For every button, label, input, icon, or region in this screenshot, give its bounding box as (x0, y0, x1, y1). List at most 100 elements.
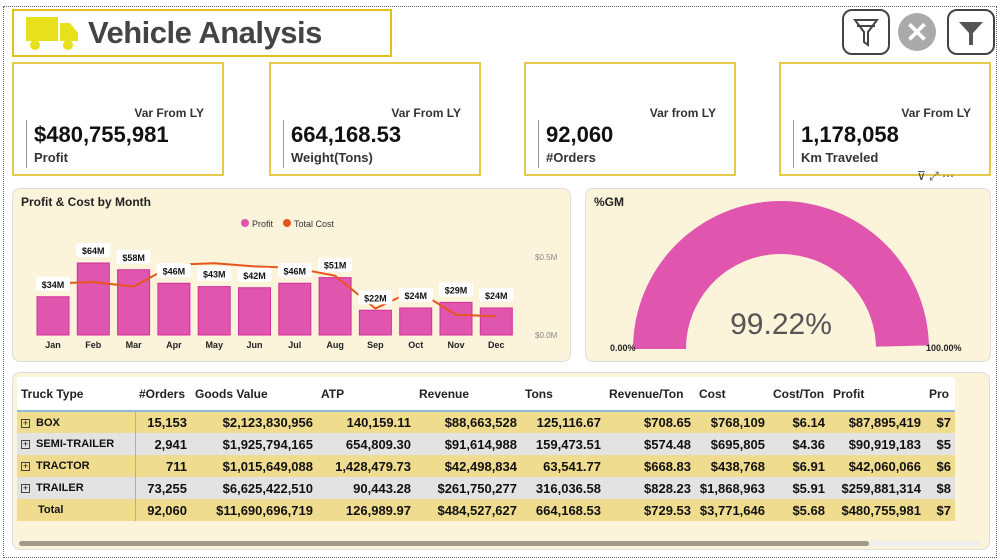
column-header[interactable]: Goods Value (191, 377, 317, 412)
data-label: $51M (324, 261, 347, 271)
divider (793, 120, 794, 168)
total-cell: $11,690,696,719 (191, 499, 317, 521)
column-header[interactable]: Tons (521, 377, 605, 412)
row-header[interactable]: + TRACTOR (17, 455, 136, 477)
column-header[interactable]: Revenue (415, 377, 521, 412)
table-cell: $6 (925, 455, 955, 477)
table-cell: $1,015,649,088 (191, 455, 317, 477)
table-cell: 159,473.51 (521, 433, 605, 455)
expand-icon[interactable]: + (21, 418, 30, 428)
matrix-table: Truck Type #Orders Goods Value ATP Revenue To… (17, 377, 955, 521)
total-cell: Total (17, 499, 136, 521)
table-cell: $261,750,277 (415, 477, 521, 499)
var-from-ly-label: Var From LY (901, 106, 971, 120)
table-cell: $1,868,963 (695, 477, 769, 499)
kpi-value: 664,168.53 (291, 122, 402, 147)
column-header[interactable]: Truck Type (17, 377, 135, 412)
table-cell: 73,255 (135, 477, 191, 499)
table-cell: $5.91 (769, 477, 829, 499)
x-tick-label: Jun (246, 340, 262, 350)
data-label: $22M (364, 293, 387, 303)
column-header[interactable]: Pro (925, 377, 955, 412)
table-cell: $6.91 (769, 455, 829, 477)
close-icon[interactable]: ✕ (898, 13, 936, 51)
truck-type-table: Truck Type #Orders Goods Value ATP Revenue To… (12, 372, 990, 550)
table-cell: $668.83 (605, 455, 695, 477)
row-header[interactable]: + BOX (17, 411, 136, 433)
table-cell: $828.23 (605, 477, 695, 499)
data-label: $46M (163, 266, 186, 276)
clear-filter-icon (853, 19, 879, 47)
total-cell: $3,771,646 (695, 499, 769, 521)
kpi-label: Weight(Tons) (291, 150, 373, 165)
profit-bar[interactable] (278, 282, 312, 336)
profit-bar[interactable] (157, 282, 191, 336)
data-label: $46M (284, 266, 307, 276)
total-cell: $5.68 (769, 499, 829, 521)
expand-icon[interactable]: + (21, 462, 30, 471)
clear-filter-button[interactable] (842, 9, 890, 55)
var-from-ly-label: Var from LY (649, 106, 716, 120)
row-header[interactable]: + TRAILER (17, 477, 136, 499)
table-cell: $259,881,314 (829, 477, 925, 499)
profit-bar[interactable] (238, 287, 271, 336)
legend-total-cost[interactable]: Total Cost (294, 219, 335, 229)
total-cell: $729.53 (605, 499, 695, 521)
data-label: $64M (82, 246, 105, 256)
page-title: Vehicle Analysis (88, 15, 322, 50)
table-cell: $6,625,422,510 (191, 477, 317, 499)
profit-bar[interactable] (358, 309, 392, 336)
table-cell: $768,109 (695, 411, 769, 433)
table-row: + TRAILER 73,255 $6,625,422,510 90,443.28 $26… (17, 477, 955, 499)
table-cell: $90,919,183 (829, 433, 925, 455)
filter-button[interactable] (947, 9, 995, 55)
table-cell: $42,060,066 (829, 455, 925, 477)
scrollbar-track[interactable] (19, 541, 979, 546)
data-label: $34M (42, 280, 65, 290)
table-cell: $695,805 (695, 433, 769, 455)
expand-icon[interactable]: + (21, 440, 30, 449)
kpi-card: Var From LY 664,168.53 Weight(Tons) (269, 62, 481, 176)
x-tick-label: Jan (45, 340, 61, 350)
table-row: + BOX 15,153 $2,123,830,956 140,159.11 $88,66… (17, 411, 955, 433)
column-header[interactable]: Cost/Ton (769, 377, 829, 412)
x-tick-label: Aug (326, 340, 344, 350)
visual-header-icons[interactable]: ⊽ ⤢ ⋯ (917, 169, 954, 184)
gauge-value: 99.22% (730, 308, 832, 341)
profit-cost-chart: Profit Total Cost Jan Feb Mar Apr May Jun Jul Aug… (12, 188, 571, 362)
profit-bar[interactable] (76, 262, 110, 336)
row-header[interactable]: + SEMI-TRAILER (17, 433, 136, 455)
data-label: $24M (485, 291, 508, 301)
profit-bar[interactable] (399, 307, 433, 336)
table-cell: $708.65 (605, 411, 695, 433)
column-header[interactable]: Cost (695, 377, 769, 412)
table-cell: $88,663,528 (415, 411, 521, 433)
profit-bar[interactable] (36, 296, 70, 336)
legend-profit[interactable]: Profit (252, 219, 274, 229)
table-cell: $7 (925, 411, 955, 433)
kpi-card: Var From LY $480,755,981 Profit (12, 62, 224, 176)
divider (26, 120, 27, 168)
column-header[interactable]: Profit (829, 377, 925, 412)
gauge-min: 0.00% (610, 343, 636, 353)
column-header[interactable]: ATP (317, 377, 415, 412)
table-cell: $6.14 (769, 411, 829, 433)
table-cell: 2,941 (135, 433, 191, 455)
x-tick-label: Dec (488, 340, 505, 350)
scrollbar-thumb[interactable] (19, 541, 869, 546)
gauge-title: %GM (594, 195, 624, 209)
kpi-card: Var from LY 92,060 #Orders (524, 62, 736, 176)
profit-bar[interactable] (197, 286, 231, 336)
filter-icon (959, 22, 983, 45)
profit-bar[interactable] (318, 277, 352, 336)
expand-icon[interactable]: + (21, 484, 30, 493)
kpi-label: #Orders (546, 150, 596, 165)
truck-type: SEMI-TRAILER (36, 438, 115, 450)
profit-bar[interactable] (479, 307, 513, 336)
x-tick-label: Oct (408, 340, 423, 350)
column-header[interactable]: Revenue/Ton (605, 377, 695, 412)
kpi-value: 1,178,058 (801, 122, 899, 147)
var-from-ly-label: Var From LY (391, 106, 461, 120)
table-cell: 125,116.67 (521, 411, 605, 433)
column-header[interactable]: #Orders (135, 377, 191, 412)
